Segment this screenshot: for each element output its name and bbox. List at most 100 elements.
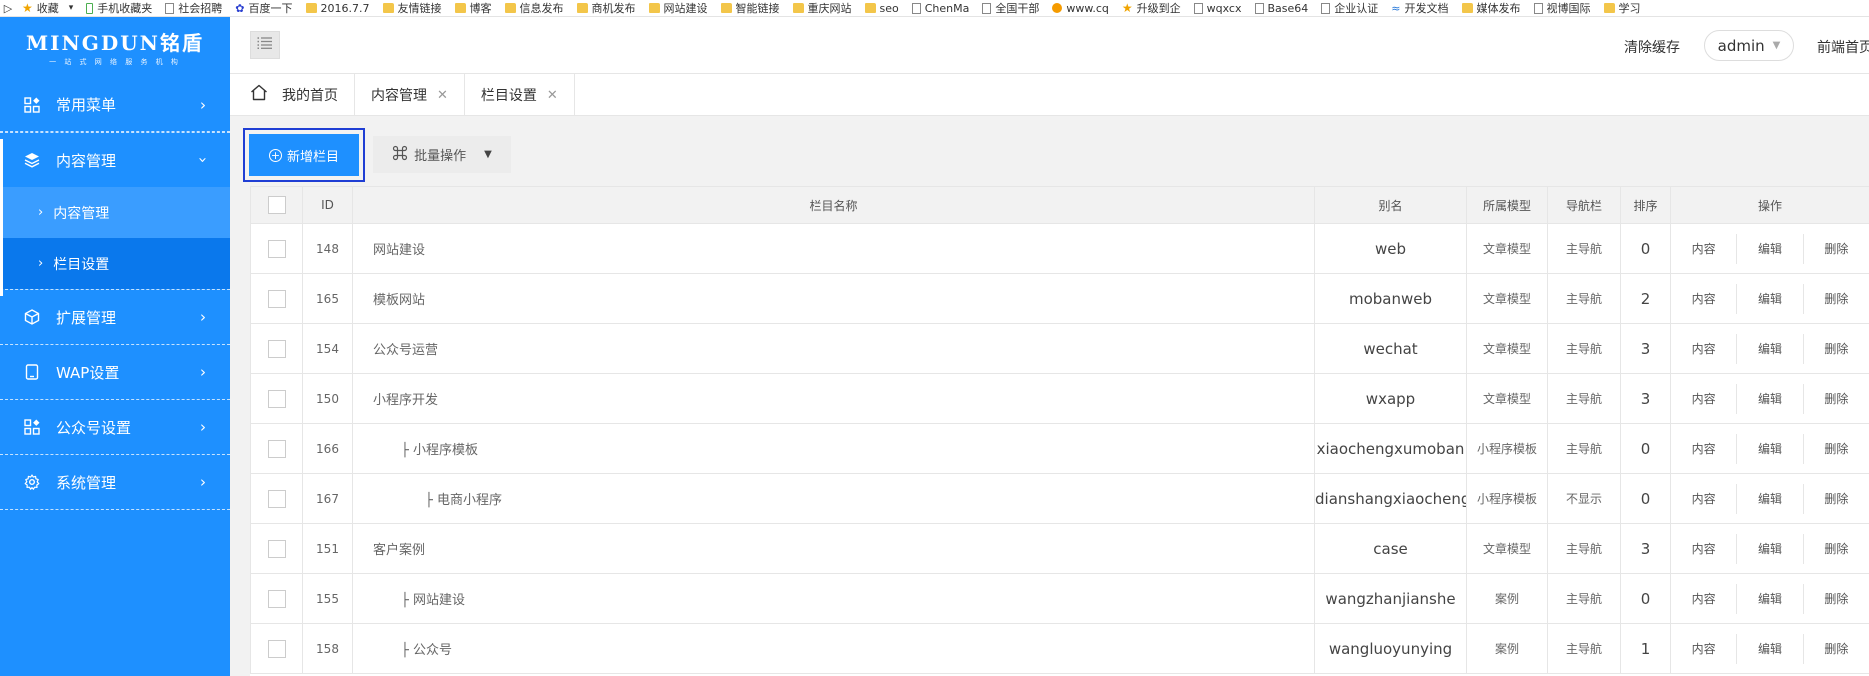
bookmark-item[interactable]: seo xyxy=(864,2,899,15)
edit-button[interactable]: 编辑 xyxy=(1736,633,1802,664)
row-nav: 主导航 xyxy=(1547,273,1621,324)
sidebar-toggle-icon[interactable]: ▷ xyxy=(0,2,16,15)
bookmark-item[interactable]: 社会招聘 xyxy=(165,0,222,16)
table-row: 167 ├ 电商小程序 dianshangxiaochengxu小程序模板不显示0内… xyxy=(250,473,1869,524)
delete-button[interactable]: 删除 xyxy=(1802,333,1869,364)
bookmark-item[interactable]: 手机收藏夹 xyxy=(86,0,152,16)
table-row: 154 公众号运营 wechat 文章模型 主导航 3 内容 编辑 删除 xyxy=(250,323,1869,374)
delete-button[interactable]: 删除 xyxy=(1802,633,1869,664)
batch-actions-button[interactable]: 批量操作 ▼ xyxy=(373,136,511,173)
row-checkbox[interactable] xyxy=(267,539,286,558)
content-button[interactable]: 内容 xyxy=(1672,334,1737,364)
content-button[interactable]: 内容 xyxy=(1672,234,1737,264)
grid-icon xyxy=(23,96,41,114)
content-button[interactable]: 内容 xyxy=(1672,384,1737,414)
delete-button[interactable]: 删除 xyxy=(1802,383,1869,414)
delete-button[interactable]: 删除 xyxy=(1802,283,1869,314)
tab-home[interactable]: 我的首页 xyxy=(230,74,355,116)
row-id: 151 xyxy=(302,523,353,574)
bookmark-item[interactable]: 企业认证 xyxy=(1321,0,1378,16)
content-button[interactable]: 内容 xyxy=(1672,484,1737,514)
row-select xyxy=(250,573,303,624)
row-checkbox[interactable] xyxy=(267,289,286,308)
caret-down-icon[interactable]: ▾ xyxy=(69,3,74,13)
sidebar-item-label: 系统管理 xyxy=(56,473,117,492)
bookmark-item[interactable]: 友情链接 xyxy=(382,0,442,16)
delete-button[interactable]: 删除 xyxy=(1802,483,1869,514)
folder-icon xyxy=(305,3,317,13)
tab-content-management[interactable]: 内容管理 ✕ xyxy=(355,74,465,116)
edit-button[interactable]: 编辑 xyxy=(1736,283,1802,314)
delete-button[interactable]: 删除 xyxy=(1802,583,1869,614)
user-dropdown[interactable]: admin ▼ xyxy=(1704,30,1794,61)
select-all-checkbox[interactable] xyxy=(267,196,286,214)
sidebar-item-extensions[interactable]: 扩展管理 › xyxy=(0,290,230,345)
bookmark-item[interactable]: ★ 收藏 ▾ xyxy=(22,0,73,16)
edit-button[interactable]: 编辑 xyxy=(1736,233,1802,264)
content-button[interactable]: 内容 xyxy=(1672,584,1737,614)
row-checkbox[interactable] xyxy=(267,339,286,358)
sidebar-item-system-management[interactable]: 系统管理 › xyxy=(0,455,230,510)
menu-toggle-button[interactable] xyxy=(250,31,280,59)
bookmark-item[interactable]: www.cq xyxy=(1052,2,1109,15)
bookmark-item[interactable]: ≈ 开发文档 xyxy=(1391,0,1448,16)
sidebar-item-common-menu[interactable]: 常用菜单 › xyxy=(0,77,230,132)
bookmark-label: wqxcx xyxy=(1206,1,1242,15)
content-button[interactable]: 内容 xyxy=(1672,434,1737,464)
edit-button[interactable]: 编辑 xyxy=(1736,433,1802,464)
bookmark-item[interactable]: 媒体发布 xyxy=(1461,0,1521,16)
bookmark-item[interactable]: ★ 升级到企 xyxy=(1122,0,1181,16)
row-checkbox[interactable] xyxy=(267,439,286,458)
submenu-item-column-settings[interactable]: › 栏目设置 xyxy=(0,238,230,289)
bookmark-item[interactable]: ✿ 百度一下 xyxy=(235,0,292,16)
bookmark-item[interactable]: 2016.7.7 xyxy=(305,2,370,15)
submenu-item-content[interactable]: › 内容管理 xyxy=(0,187,230,238)
bookmark-item[interactable]: 全国干部 xyxy=(982,0,1039,16)
content-button[interactable]: 内容 xyxy=(1672,534,1737,564)
bookmark-item[interactable]: 网站建设 xyxy=(648,0,708,16)
row-checkbox[interactable] xyxy=(267,489,286,508)
folder-icon xyxy=(648,3,660,13)
folder-icon xyxy=(720,3,732,13)
bookmark-item[interactable]: 重庆网站 xyxy=(792,0,852,16)
edit-button[interactable]: 编辑 xyxy=(1736,583,1802,614)
bookmark-item[interactable]: 视博国际 xyxy=(1533,0,1591,16)
edit-button[interactable]: 编辑 xyxy=(1736,483,1802,514)
clear-cache-link[interactable]: 清除缓存 xyxy=(1624,37,1680,57)
close-icon[interactable]: ✕ xyxy=(437,88,448,103)
bookmark-item[interactable]: ChenMa xyxy=(911,2,969,15)
bookmark-item[interactable]: 博客 xyxy=(454,0,492,16)
bookmark-item[interactable]: 信息发布 xyxy=(504,0,564,16)
bookmark-item[interactable]: Base64 xyxy=(1254,2,1308,15)
content-button[interactable]: 内容 xyxy=(1672,634,1737,664)
edit-button[interactable]: 编辑 xyxy=(1736,383,1802,414)
add-column-button[interactable]: + 新增栏目 xyxy=(249,134,359,176)
delete-button[interactable]: 删除 xyxy=(1802,233,1869,264)
row-checkbox[interactable] xyxy=(267,589,286,608)
delete-button[interactable]: 删除 xyxy=(1802,433,1869,464)
bookmark-item[interactable]: 学习 xyxy=(1603,0,1641,16)
row-name: ├ 小程序模板 xyxy=(352,423,1315,474)
bookmark-label: 视博国际 xyxy=(1546,2,1591,15)
bookmark-item[interactable]: wqxcx xyxy=(1193,1,1242,15)
edit-button[interactable]: 编辑 xyxy=(1736,333,1802,364)
chevron-right-icon: › xyxy=(38,205,44,220)
chevron-right-icon: › xyxy=(200,363,206,381)
sidebar-item-wechat-settings[interactable]: 公众号设置 › xyxy=(0,400,230,455)
edit-button[interactable]: 编辑 xyxy=(1736,533,1802,564)
row-checkbox[interactable] xyxy=(267,639,286,658)
sidebar-item-content-management[interactable]: 内容管理 › xyxy=(0,132,230,187)
front-home-link[interactable]: 前端首页 xyxy=(1817,37,1869,57)
bookmark-item[interactable]: 商机发布 xyxy=(576,0,636,16)
table-header: ID 栏目名称 别名 所属模型 导航栏 排序 操作 xyxy=(250,186,1869,224)
content-button[interactable]: 内容 xyxy=(1672,284,1737,314)
gear-icon xyxy=(23,473,41,491)
row-checkbox[interactable] xyxy=(267,389,286,408)
row-checkbox[interactable] xyxy=(267,239,286,258)
bookmark-item[interactable]: 智能链接 xyxy=(720,0,780,16)
sidebar-item-wap-settings[interactable]: WAP设置 › xyxy=(0,345,230,400)
delete-button[interactable]: 删除 xyxy=(1802,533,1869,564)
close-icon[interactable]: ✕ xyxy=(547,88,558,103)
row-name: 网站建设 xyxy=(352,223,1315,274)
tab-column-settings[interactable]: 栏目设置 ✕ xyxy=(465,74,575,116)
